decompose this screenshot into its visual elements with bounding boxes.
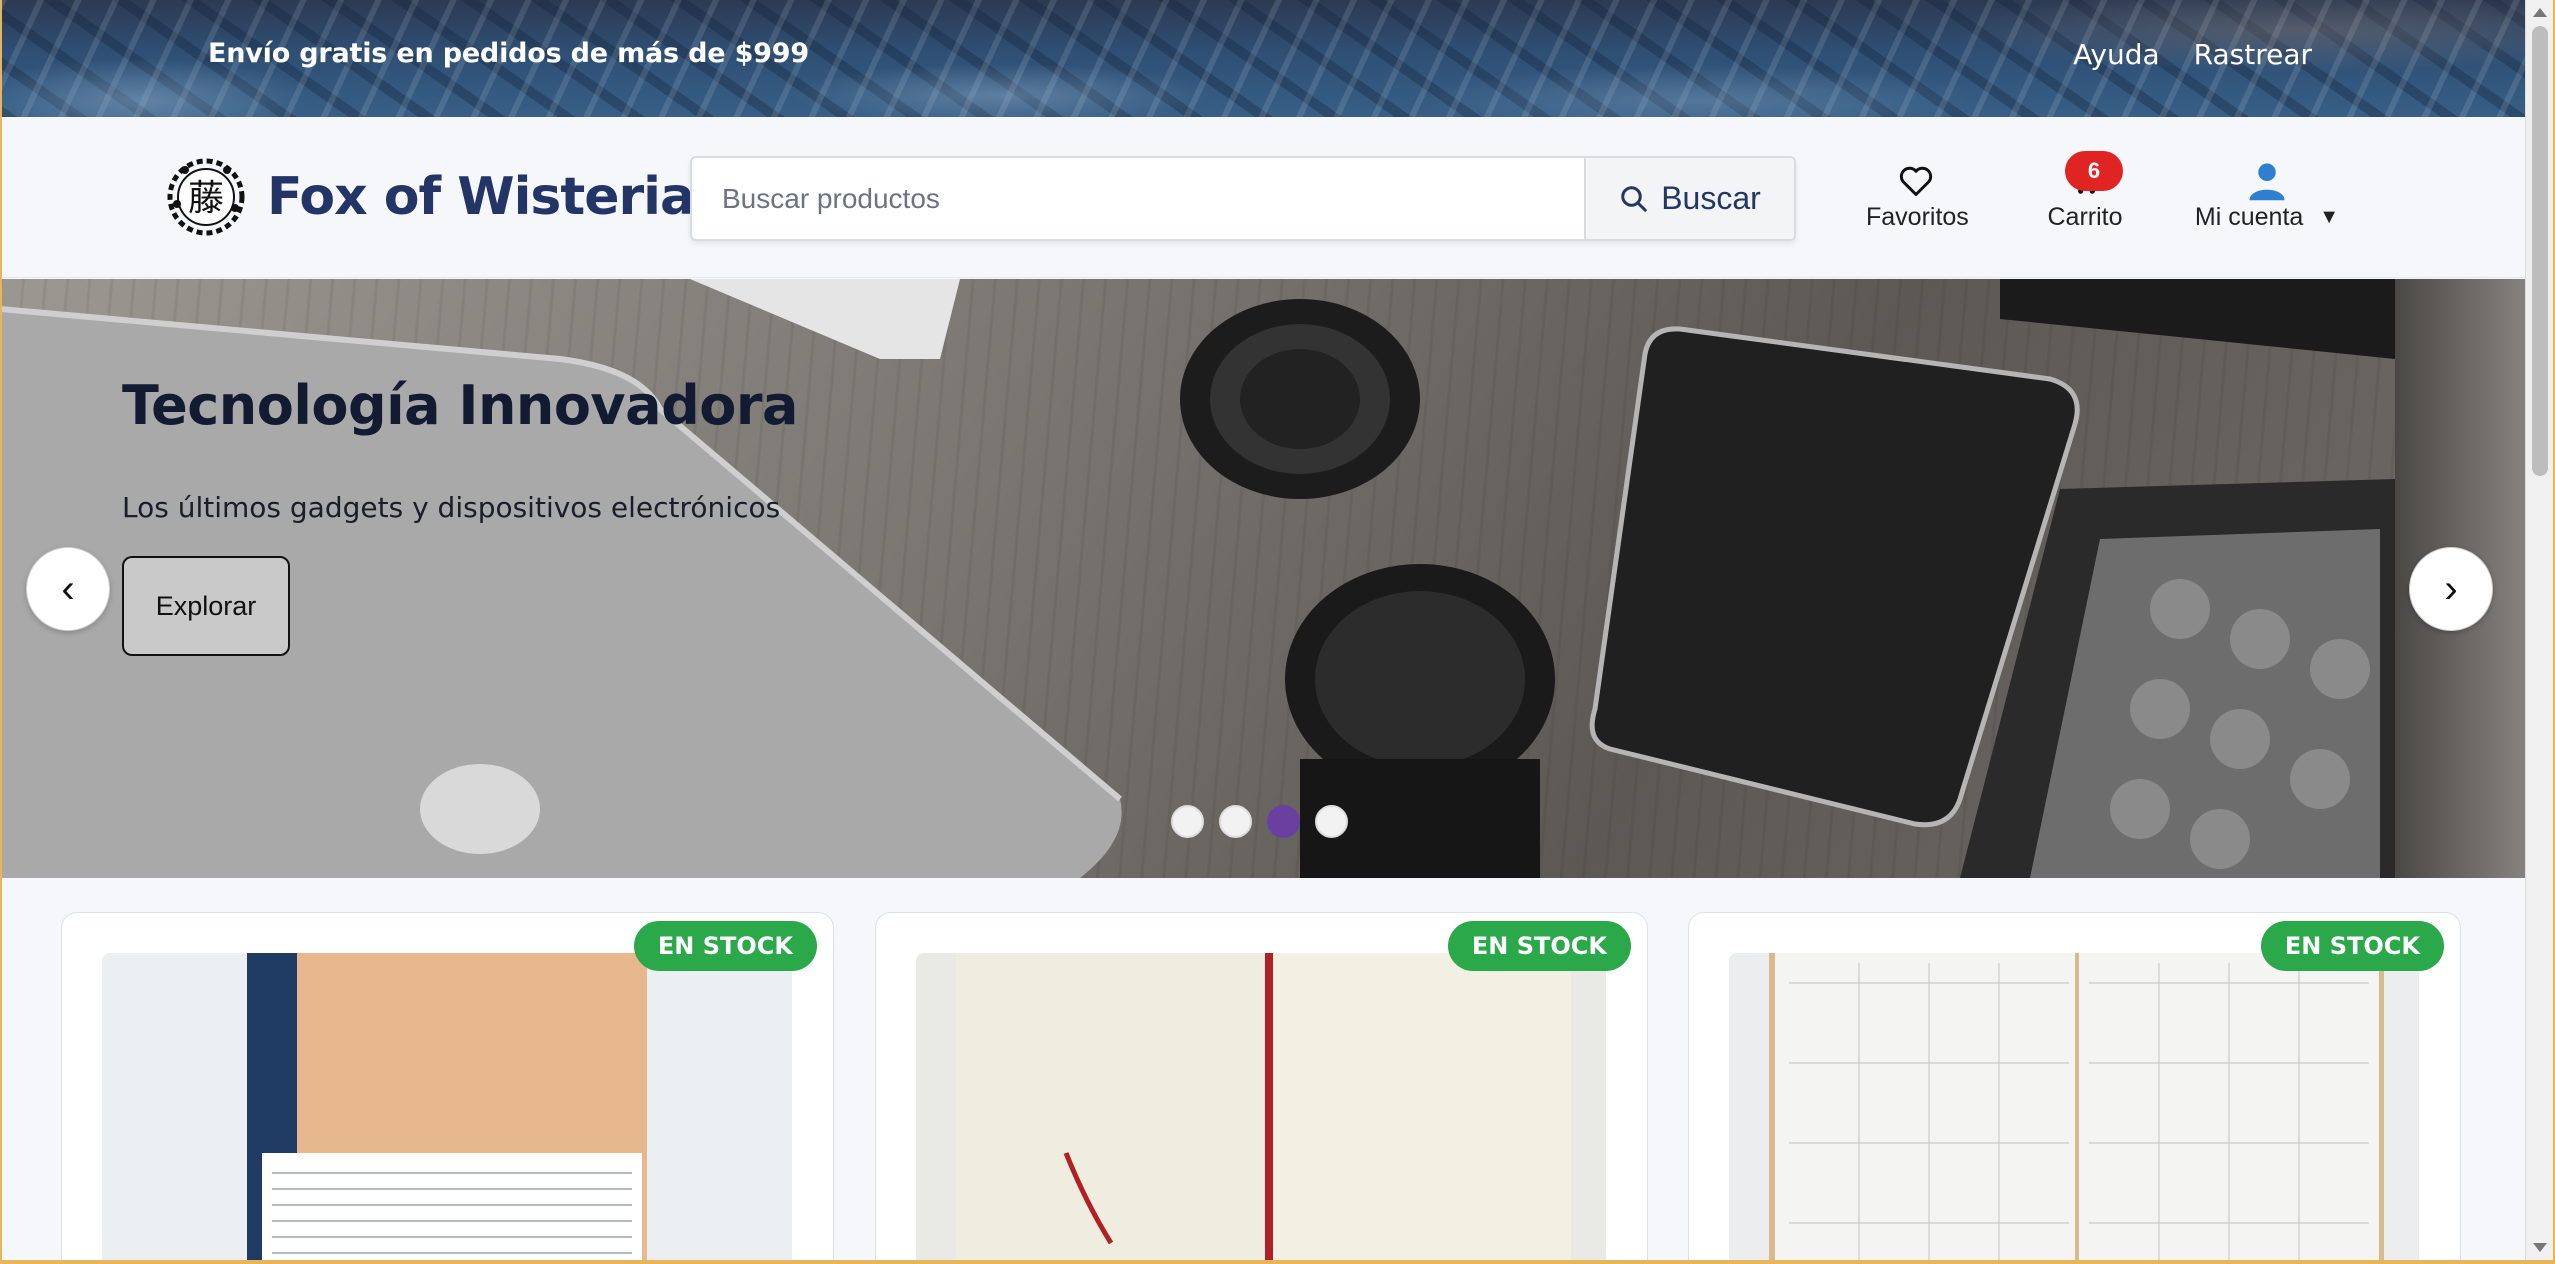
top-promo-bar: Envío gratis en pedidos de más de $999 A… — [0, 0, 2525, 117]
product-card[interactable]: EN STOCK — [61, 912, 834, 1264]
cart-label: Carrito — [2047, 203, 2123, 231]
site-header: 藤 Fox of Wisteria Buscar Favoritos — [0, 117, 2525, 278]
product-grid: EN STOCK EN STOCK EN STOCK — [0, 879, 2525, 1264]
wisteria-seal-icon: 藤 — [165, 156, 247, 238]
heart-icon — [1866, 159, 1966, 203]
favorites-button[interactable]: Favoritos — [1866, 159, 1969, 232]
account-label: Mi cuenta — [2194, 203, 2304, 231]
carousel-dot-2[interactable] — [1219, 805, 1252, 838]
product-image[interactable] — [916, 953, 1606, 1264]
free-shipping-promo: Envío gratis en pedidos de más de $999 — [208, 38, 809, 69]
search-button-label: Buscar — [1661, 180, 1761, 216]
product-card[interactable]: EN STOCK — [1688, 912, 2461, 1264]
hero-title: Tecnología Innovadora — [122, 374, 798, 437]
logo[interactable]: 藤 Fox of Wisteria — [165, 156, 695, 238]
carousel-dot-3-active[interactable] — [1267, 805, 1300, 838]
page-scrollbar[interactable] — [2525, 0, 2553, 1260]
search-icon — [1621, 185, 1647, 212]
account-menu[interactable]: Mi cuenta ▼ — [2193, 159, 2341, 232]
product-card[interactable]: EN STOCK — [875, 912, 1648, 1264]
cart-count-badge: 6 — [2065, 151, 2123, 191]
track-order-link[interactable]: Rastrear — [2194, 38, 2312, 71]
carousel-next-button[interactable]: › — [2409, 547, 2493, 631]
scroll-down-icon[interactable] — [2533, 1243, 2547, 1252]
user-icon — [2193, 159, 2341, 203]
search-input[interactable] — [692, 158, 1584, 239]
favorites-label: Favoritos — [1866, 203, 1969, 231]
carousel-indicators — [1171, 805, 1348, 838]
logo-glyph: 藤 — [188, 178, 224, 219]
carousel-dot-1[interactable] — [1171, 805, 1204, 838]
scrollbar-thumb[interactable] — [2532, 26, 2548, 476]
hero-illustration — [0, 279, 2395, 878]
scroll-up-icon[interactable] — [2533, 8, 2547, 17]
stock-badge: EN STOCK — [2260, 921, 2444, 971]
hero-subtitle: Los últimos gadgets y dispositivos elect… — [122, 491, 781, 524]
search-button[interactable]: Buscar — [1584, 158, 1794, 239]
search-bar: Buscar — [690, 156, 1796, 241]
explore-button[interactable]: Explorar — [122, 556, 290, 656]
product-image[interactable] — [102, 953, 792, 1264]
help-link[interactable]: Ayuda — [2073, 38, 2160, 71]
product-image[interactable] — [1729, 953, 2419, 1264]
hero-carousel: Tecnología Innovadora Los últimos gadget… — [0, 279, 2525, 878]
stock-badge: EN STOCK — [633, 921, 817, 971]
caret-down-icon: ▼ — [2319, 206, 2340, 228]
brand-name[interactable]: Fox of Wisteria — [267, 167, 695, 227]
top-links: Ayuda Rastrear — [2073, 38, 2312, 71]
carousel-prev-button[interactable]: ‹ — [26, 547, 110, 631]
carousel-dot-4[interactable] — [1315, 805, 1348, 838]
stock-badge: EN STOCK — [1447, 921, 1631, 971]
